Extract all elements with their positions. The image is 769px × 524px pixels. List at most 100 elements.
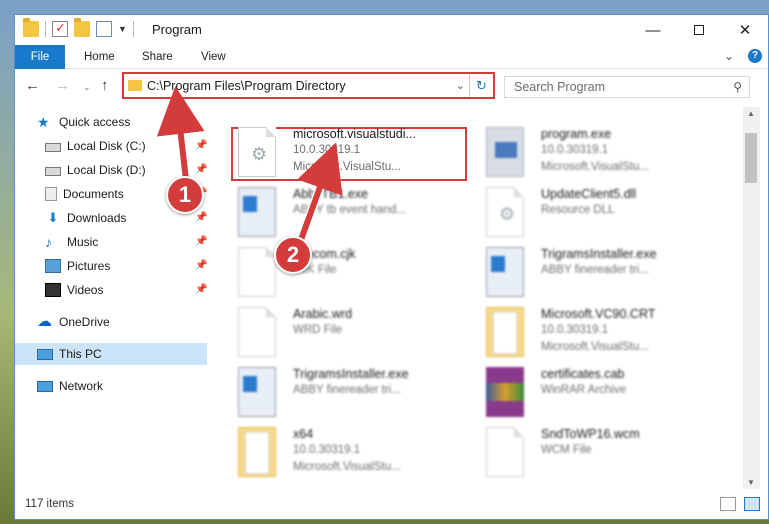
sidebar-item-label: Music — [67, 235, 99, 249]
pin-icon[interactable]: 📌 — [195, 140, 207, 151]
sidebar-item-label: Videos — [67, 283, 104, 297]
tab-home[interactable]: Home — [84, 45, 115, 69]
pin-icon[interactable]: 📌 — [195, 164, 207, 175]
status-bar: 117 items — [15, 491, 768, 519]
sidebar-item-quick-access[interactable]: ★ Quick access — [15, 111, 207, 133]
properties-check-icon[interactable] — [52, 20, 68, 37]
expand-ribbon-icon[interactable]: ⌄ — [724, 49, 734, 63]
minimize-button[interactable]: — — [630, 15, 676, 45]
disk-icon — [45, 142, 61, 152]
sidebar-item-this-pc[interactable]: This PC — [15, 343, 207, 365]
file-item[interactable]: SndToWP16.wcm WCM File — [456, 425, 686, 481]
sidebar-item-pictures[interactable]: Pictures 📌 — [15, 255, 207, 277]
file-name: AbbyTB1.exe — [293, 187, 369, 201]
scroll-up-icon[interactable]: ▲ — [747, 109, 755, 118]
sidebar-item-label: Network — [59, 379, 104, 393]
vertical-scrollbar[interactable]: ▲ ▼ — [743, 107, 760, 489]
help-icon[interactable]: ? — [748, 49, 762, 63]
file-description: ABBY tb event hand... — [293, 204, 406, 216]
network-icon — [37, 380, 53, 392]
file-version: 10.0.30319.1 — [541, 144, 609, 156]
maximize-button[interactable] — [676, 15, 722, 45]
star-icon: ★ — [37, 114, 50, 130]
ribbon: File Home Share View ⌄ ? — [15, 45, 768, 69]
search-input[interactable]: Search Program ⚲ — [504, 76, 750, 98]
scroll-down-icon[interactable]: ▼ — [747, 478, 755, 487]
file-item[interactable]: Microsoft.VC90.CRT 10.0.30319.1 Microsof… — [456, 305, 686, 361]
file-item[interactable]: UpdateClient5.dll Resource DLL — [456, 185, 686, 241]
exe-icon — [238, 367, 276, 417]
customize-icon[interactable] — [96, 21, 112, 37]
file-item[interactable]: TrigramsInstaller.exe ABBY finereader tr… — [456, 245, 686, 301]
close-button[interactable]: ✕ — [722, 15, 768, 45]
new-folder-icon[interactable] — [74, 18, 90, 37]
file-item[interactable]: AbbyTB1.exe ABBY tb event hand... — [208, 185, 438, 241]
sidebar-item-label: Quick access — [59, 115, 131, 129]
address-bar[interactable]: C:\Program Files\Program Directory ⌄ ↻ — [122, 72, 495, 99]
address-path[interactable]: C:\Program Files\Program Directory — [147, 79, 346, 93]
sidebar-item-label: Local Disk (D:) — [67, 163, 146, 177]
file-list: microsoft.visualstudi... 10.0.30319.1 Mi… — [208, 107, 742, 489]
file-description: WRD File — [293, 324, 343, 336]
qat-dropdown-icon[interactable]: ▼ — [118, 24, 127, 34]
tab-file[interactable]: File — [15, 45, 65, 69]
folder-icon — [128, 80, 142, 91]
pin-icon[interactable]: 📌 — [195, 236, 207, 247]
documents-icon — [45, 187, 57, 201]
exe-icon — [238, 187, 276, 237]
file-item[interactable]: Arabic.wrd WRD File — [208, 305, 438, 361]
sidebar-item-label: Downloads — [67, 211, 127, 225]
refresh-button[interactable]: ↻ — [469, 74, 493, 97]
tab-share[interactable]: Share — [142, 45, 173, 69]
file-version: 10.0.30319.1 — [293, 144, 361, 156]
search-icon[interactable]: ⚲ — [733, 80, 742, 94]
file-item[interactable]: certificates.cab WinRAR Archive — [456, 365, 686, 421]
toolbar-divider — [132, 21, 134, 37]
sidebar-item-network[interactable]: Network — [15, 375, 207, 397]
back-button[interactable]: ← — [25, 77, 40, 94]
forward-button[interactable]: → — [55, 77, 70, 94]
file-item[interactable]: microsoft.visualstudi... 10.0.30319.1 Mi… — [208, 125, 438, 181]
recent-locations-button[interactable]: ⌄ — [83, 82, 91, 93]
up-button[interactable]: ↑ — [101, 77, 109, 94]
file-name: x64 — [293, 427, 314, 441]
dll-gear-icon — [238, 127, 276, 177]
tab-view[interactable]: View — [201, 45, 226, 69]
pin-icon[interactable]: 📌 — [195, 284, 207, 295]
page-icon — [238, 307, 276, 357]
maximize-icon — [694, 25, 704, 35]
folder-doc-icon — [486, 307, 524, 357]
file-name: TrigramsInstaller.exe — [541, 247, 657, 261]
file-item[interactable]: TrigramsInstaller.exe ABBY finereader tr… — [208, 365, 438, 421]
details-view-button[interactable] — [720, 497, 736, 511]
file-item[interactable]: Filecom.cjk CJK File — [208, 245, 438, 301]
window-title: Program — [152, 22, 202, 37]
file-item[interactable]: program.exe 10.0.30319.1 Microsoft.Visua… — [456, 125, 686, 181]
file-description: ABBY finereader tri... — [293, 384, 401, 396]
sidebar-item-label: This PC — [59, 347, 102, 361]
address-dropdown-icon[interactable]: ⌄ — [456, 79, 465, 92]
videos-icon — [45, 283, 61, 297]
folder-doc-icon — [238, 427, 276, 477]
sidebar-item-onedrive[interactable]: ☁ OneDrive — [15, 311, 207, 333]
file-name: program.exe — [541, 127, 612, 141]
sidebar-item-videos[interactable]: Videos 📌 — [15, 279, 207, 301]
item-count: 117 items — [25, 498, 75, 510]
file-item[interactable]: x64 10.0.30319.1 Microsoft.VisualStu... — [208, 425, 438, 481]
large-icons-view-button[interactable] — [744, 497, 760, 511]
pin-icon[interactable]: 📌 — [195, 212, 207, 223]
page-icon — [486, 427, 524, 477]
file-description: WinRAR Archive — [541, 384, 626, 396]
explorer-window: ▼ Program — ✕ File Home Share View ⌄ ? ←… — [14, 14, 769, 520]
sidebar-item-music[interactable]: ♪ Music 📌 — [15, 231, 207, 253]
pin-icon[interactable]: 📌 — [195, 260, 207, 271]
file-name: Microsoft.VC90.CRT — [541, 307, 656, 321]
title-bar: ▼ Program — ✕ — [15, 15, 768, 45]
sidebar-item-local-disk-c[interactable]: Local Disk (C:) 📌 — [15, 135, 207, 157]
sidebar-item-label: Documents — [63, 187, 124, 201]
page-icon — [238, 247, 276, 297]
pc-icon — [37, 348, 53, 360]
scroll-thumb[interactable] — [745, 133, 757, 183]
file-description: Microsoft.VisualStu... — [293, 161, 401, 173]
disk-icon — [45, 166, 61, 176]
